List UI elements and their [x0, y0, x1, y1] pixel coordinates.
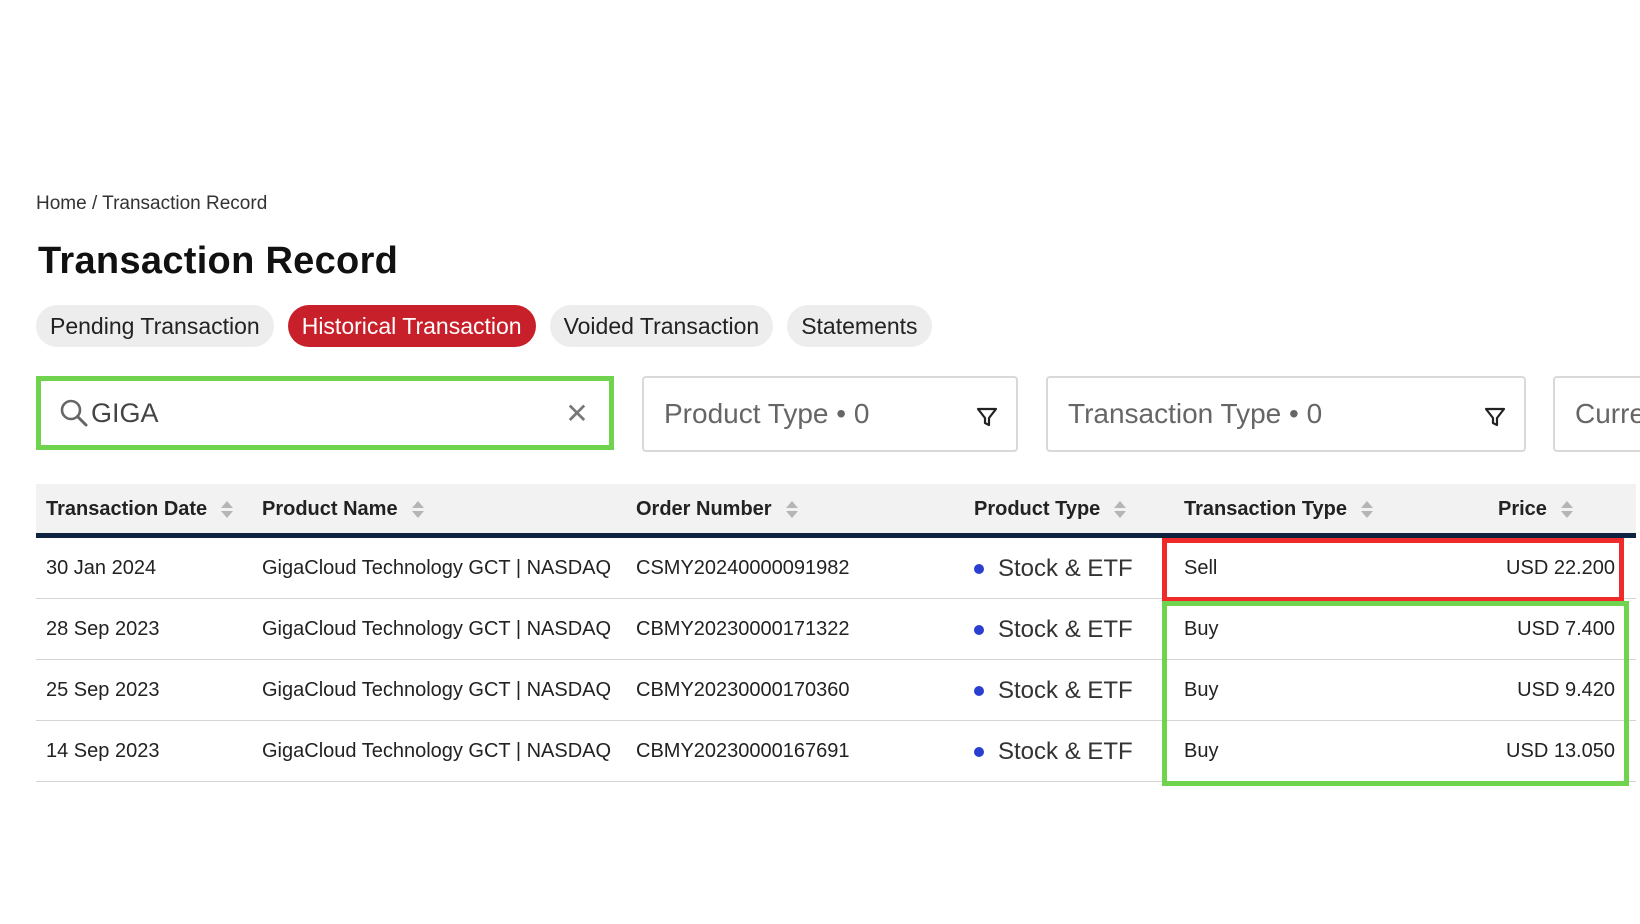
cell-transaction-date: 28 Sep 2023	[46, 618, 160, 640]
tab-bar: Pending Transaction Historical Transacti…	[36, 305, 932, 347]
column-label: Order Number	[636, 497, 772, 520]
column-label: Product Name	[262, 497, 398, 520]
product-type-filter-label: Product Type • 0	[664, 398, 870, 429]
bullet-icon	[974, 624, 984, 635]
tab-historical-transaction[interactable]: Historical Transaction	[287, 305, 536, 347]
cell-order-number: CBMY20230000167691	[636, 740, 850, 762]
transaction-record-page: Home / Transaction Record Transaction Re…	[0, 0, 1640, 924]
filter-icon	[976, 403, 998, 427]
table-header: Transaction Date Product Name Order Numb…	[36, 484, 1636, 538]
bullet-icon	[974, 563, 984, 574]
cell-price: USD 13.050	[1506, 740, 1615, 762]
column-label: Transaction Date	[46, 497, 208, 520]
column-header-price[interactable]: Price	[1498, 484, 1573, 534]
sort-icon	[1114, 500, 1127, 518]
cell-product-type: Stock & ETF	[974, 599, 1133, 660]
sort-icon	[221, 500, 234, 518]
table-row[interactable]: 30 Jan 2024 GigaCloud Technology GCT | N…	[36, 538, 1636, 599]
column-header-order-number[interactable]: Order Number	[636, 484, 798, 534]
cell-order-number: CSMY20240000091982	[636, 557, 850, 579]
product-type-text: Stock & ETF	[998, 676, 1133, 704]
cell-price: USD 9.420	[1517, 679, 1615, 701]
column-header-transaction-type[interactable]: Transaction Type	[1184, 484, 1374, 534]
cell-product-type: Stock & ETF	[974, 538, 1133, 599]
column-header-product-type[interactable]: Product Type	[974, 484, 1127, 534]
filter-icon	[1484, 403, 1506, 427]
cell-product-type: Stock & ETF	[974, 660, 1133, 721]
column-label: Transaction Type	[1184, 497, 1348, 520]
tab-voided-transaction[interactable]: Voided Transaction	[549, 305, 774, 347]
search-icon	[59, 398, 89, 428]
cell-transaction-date: 14 Sep 2023	[46, 740, 160, 762]
page-title: Transaction Record	[38, 240, 399, 282]
cell-product-name: GigaCloud Technology GCT | NASDAQ	[262, 618, 612, 640]
cell-product-name: GigaCloud Technology GCT | NASDAQ	[262, 557, 612, 579]
table-row[interactable]: 28 Sep 2023 GigaCloud Technology GCT | N…	[36, 599, 1636, 660]
column-label: Price	[1498, 497, 1547, 520]
cell-order-number: CBMY20230000170360	[636, 679, 850, 701]
table-row[interactable]: 14 Sep 2023 GigaCloud Technology GCT | N…	[36, 721, 1636, 782]
product-type-text: Stock & ETF	[998, 554, 1133, 582]
transactions-table: Transaction Date Product Name Order Numb…	[36, 484, 1636, 782]
cell-price: USD 7.400	[1517, 618, 1615, 640]
currency-filter-label: Curre	[1575, 398, 1640, 429]
tab-statements[interactable]: Statements	[787, 305, 932, 347]
table-row[interactable]: 25 Sep 2023 GigaCloud Technology GCT | N…	[36, 660, 1636, 721]
column-label: Product Type	[974, 497, 1101, 520]
column-header-transaction-date[interactable]: Transaction Date	[46, 484, 234, 534]
sort-icon	[1560, 500, 1573, 518]
cell-transaction-type: Sell	[1184, 557, 1218, 579]
transaction-type-filter[interactable]: Transaction Type • 0	[1046, 376, 1526, 452]
bullet-icon	[974, 685, 984, 696]
product-type-text: Stock & ETF	[998, 615, 1133, 643]
tab-pending-transaction[interactable]: Pending Transaction	[36, 305, 274, 347]
cell-order-number: CBMY20230000171322	[636, 618, 850, 640]
column-header-product-name[interactable]: Product Name	[262, 484, 424, 534]
currency-filter[interactable]: Curre	[1553, 376, 1640, 452]
product-type-text: Stock & ETF	[998, 737, 1133, 765]
cell-transaction-date: 30 Jan 2024	[46, 557, 157, 579]
cell-transaction-type: Buy	[1184, 740, 1219, 762]
product-type-filter[interactable]: Product Type • 0	[642, 376, 1018, 452]
transaction-type-filter-label: Transaction Type • 0	[1068, 398, 1323, 429]
cell-product-type: Stock & ETF	[974, 721, 1133, 782]
sort-icon	[411, 500, 424, 518]
bullet-icon	[974, 746, 984, 757]
cell-transaction-type: Buy	[1184, 618, 1219, 640]
sort-icon	[785, 500, 798, 518]
search-box: ✕	[36, 376, 614, 450]
cell-transaction-date: 25 Sep 2023	[46, 679, 160, 701]
cell-price: USD 22.200	[1506, 557, 1615, 579]
cell-product-name: GigaCloud Technology GCT | NASDAQ	[262, 679, 612, 701]
breadcrumb[interactable]: Home / Transaction Record	[36, 193, 267, 215]
close-icon[interactable]: ✕	[563, 397, 591, 430]
cell-product-name: GigaCloud Technology GCT | NASDAQ	[262, 740, 612, 762]
search-input[interactable]	[91, 397, 563, 429]
cell-transaction-type: Buy	[1184, 679, 1219, 701]
sort-icon	[1361, 500, 1374, 518]
